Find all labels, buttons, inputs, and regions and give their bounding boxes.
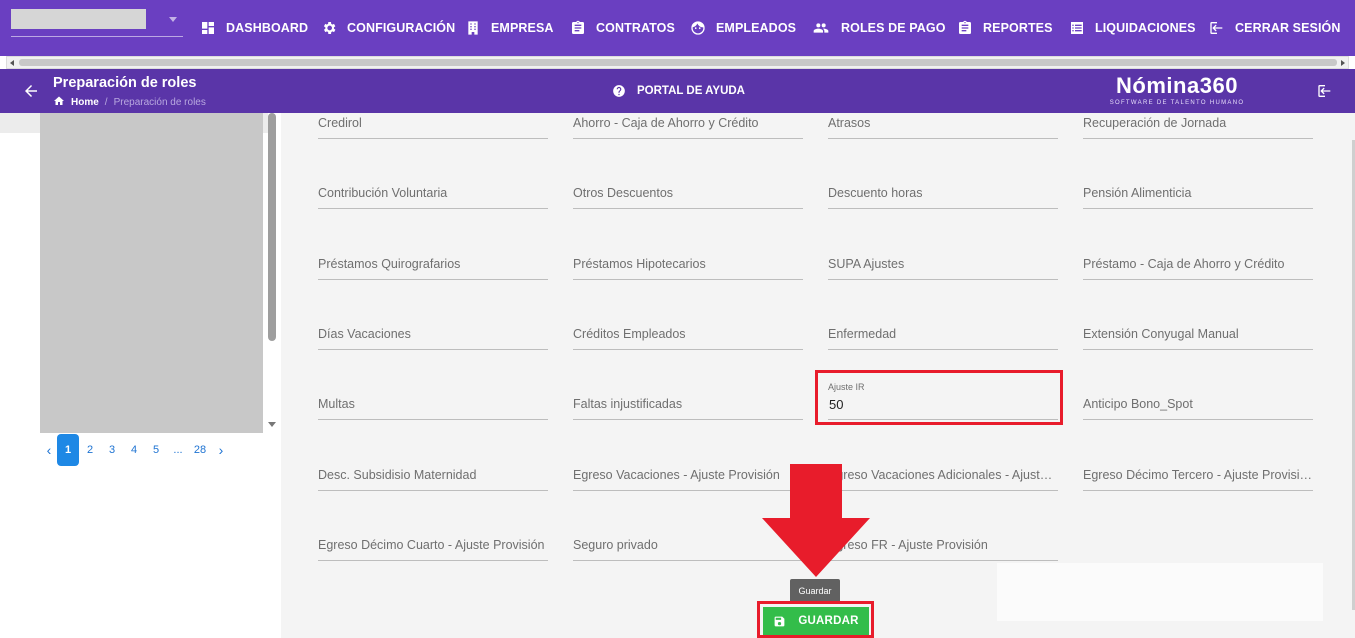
nav-label: CONTRATOS bbox=[596, 21, 675, 35]
nav-label: CERRAR SESIÓN bbox=[1235, 21, 1341, 35]
field-descuento-horas[interactable]: Descuento horas bbox=[828, 183, 1058, 209]
nav-dashboard[interactable]: DASHBOARD bbox=[200, 0, 308, 56]
nav-liquidaciones[interactable]: LIQUIDACIONES bbox=[1069, 0, 1196, 56]
save-tooltip: Guardar bbox=[790, 579, 840, 603]
scroll-down-icon[interactable] bbox=[268, 422, 276, 427]
nav-label: ROLES DE PAGO bbox=[841, 21, 946, 35]
nav-empresa[interactable]: EMPRESA bbox=[465, 0, 554, 56]
nav-label: LIQUIDACIONES bbox=[1095, 21, 1196, 35]
field-multas[interactable]: Multas bbox=[318, 394, 548, 420]
help-icon bbox=[613, 85, 625, 97]
page-header: Preparación de roles Home / Preparación … bbox=[0, 69, 1355, 113]
help-portal-link[interactable]: PORTAL DE AYUDA bbox=[612, 84, 745, 98]
field-supa-ajustes[interactable]: SUPA Ajustes bbox=[828, 254, 1058, 280]
page-ellipsis: ... bbox=[173, 444, 183, 456]
page-button[interactable]: 4 bbox=[123, 444, 145, 456]
employee-list[interactable] bbox=[40, 113, 263, 433]
horizontal-scrollbar[interactable] bbox=[6, 56, 1349, 69]
field-faltas-injustificadas[interactable]: Faltas injustificadas bbox=[573, 394, 803, 420]
field-prestamo-caja[interactable]: Préstamo - Caja de Ahorro y Crédito bbox=[1083, 254, 1313, 280]
ajuste-ir-highlight bbox=[815, 370, 1063, 425]
building-icon bbox=[465, 20, 481, 36]
save-button[interactable]: GUARDAR bbox=[763, 607, 869, 635]
breadcrumb: Home / Preparación de roles bbox=[53, 95, 206, 110]
list-scrollbar-thumb[interactable] bbox=[268, 113, 276, 341]
field-ahorro-caja[interactable]: Ahorro - Caja de Ahorro y Crédito bbox=[573, 113, 803, 139]
page-button[interactable]: 2 bbox=[79, 444, 101, 456]
logout-icon bbox=[1209, 20, 1225, 36]
nav-reportes[interactable]: REPORTES bbox=[957, 0, 1053, 56]
nav-label: CONFIGURACIÓN bbox=[347, 21, 456, 35]
nav-contratos[interactable]: CONTRATOS bbox=[570, 0, 675, 56]
brand-logo: Nómina360 SOFTWARE DE TALENTO HUMANO bbox=[1104, 73, 1250, 107]
field-anticipo-bono-spot[interactable]: Anticipo Bono_Spot bbox=[1083, 394, 1313, 420]
face-icon bbox=[690, 20, 706, 36]
field-otros-descuentos[interactable]: Otros Descuentos bbox=[573, 183, 803, 209]
field-prestamos-hipotecarios[interactable]: Préstamos Hipotecarios bbox=[573, 254, 803, 280]
people-icon bbox=[811, 20, 831, 36]
down-arrow-annotation-icon bbox=[762, 464, 870, 577]
next-page-icon[interactable]: › bbox=[213, 442, 229, 458]
field-desc-subsidio-maternidad[interactable]: Desc. Subsidisio Maternidad bbox=[318, 465, 548, 491]
brand-tagline: SOFTWARE DE TALENTO HUMANO bbox=[1109, 100, 1245, 106]
breadcrumb-current: Preparación de roles bbox=[113, 97, 206, 108]
pagination: ‹ 1 2 3 4 5 ... 28 › bbox=[41, 434, 229, 466]
blank-area bbox=[997, 563, 1323, 621]
nav-empleados[interactable]: EMPLEADOS bbox=[690, 0, 796, 56]
field-egreso-decimo-tercero[interactable]: Egreso Décimo Tercero - Ajuste Provisión bbox=[1083, 465, 1313, 491]
scrollbar-thumb[interactable] bbox=[19, 59, 1337, 66]
nav-label: EMPRESA bbox=[491, 21, 554, 35]
breadcrumb-separator: / bbox=[104, 97, 108, 108]
scroll-left-icon[interactable] bbox=[10, 60, 14, 66]
nav-label: EMPLEADOS bbox=[716, 21, 797, 35]
nav-label: DASHBOARD bbox=[226, 21, 309, 35]
field-extension-conyugal[interactable]: Extensión Conyugal Manual bbox=[1083, 324, 1313, 350]
page-button[interactable]: 3 bbox=[101, 444, 123, 456]
clipboard-icon bbox=[957, 20, 973, 36]
dashboard-icon bbox=[200, 20, 216, 36]
scroll-right-icon[interactable] bbox=[1341, 60, 1345, 66]
field-recuperacion-jornada[interactable]: Recuperación de Jornada bbox=[1083, 113, 1313, 139]
field-pension-alimenticia[interactable]: Pensión Alimenticia bbox=[1083, 183, 1313, 209]
company-select[interactable] bbox=[11, 9, 183, 37]
nav-roles-de-pago[interactable]: ROLES DE PAGO bbox=[811, 0, 946, 56]
field-contribucion-voluntaria[interactable]: Contribución Voluntaria bbox=[318, 183, 548, 209]
floppy-disk-icon bbox=[775, 616, 785, 626]
nav-label: REPORTES bbox=[983, 21, 1053, 35]
logout-icon[interactable] bbox=[1317, 83, 1333, 99]
page-button-active[interactable]: 1 bbox=[57, 434, 79, 466]
home-icon bbox=[53, 95, 71, 110]
top-navbar: DASHBOARD CONFIGURACIÓN EMPRESA CONTRATO… bbox=[0, 0, 1355, 56]
gear-icon bbox=[321, 20, 337, 36]
brand-name: Nómina360 bbox=[1116, 73, 1238, 98]
clipboard-icon bbox=[570, 20, 586, 36]
field-prestamos-quirografarios[interactable]: Préstamos Quirografarios bbox=[318, 254, 548, 280]
nav-cerrar-sesion[interactable]: CERRAR SESIÓN bbox=[1209, 0, 1340, 56]
chevron-down-icon bbox=[169, 17, 177, 22]
help-label: PORTAL DE AYUDA bbox=[637, 85, 745, 97]
breadcrumb-home[interactable]: Home bbox=[71, 97, 99, 108]
field-dias-vacaciones[interactable]: Días Vacaciones bbox=[318, 324, 548, 350]
save-label: GUARDAR bbox=[798, 615, 859, 627]
prev-page-icon[interactable]: ‹ bbox=[41, 442, 57, 458]
page-button[interactable]: 5 bbox=[145, 444, 167, 456]
field-atrasos[interactable]: Atrasos bbox=[828, 113, 1058, 139]
list-icon bbox=[1069, 20, 1085, 36]
back-arrow-icon[interactable] bbox=[22, 82, 40, 100]
field-enfermedad[interactable]: Enfermedad bbox=[828, 324, 1058, 350]
page-title: Preparación de roles bbox=[53, 75, 197, 91]
page-button[interactable]: 28 bbox=[189, 444, 211, 456]
field-creditos-empleados[interactable]: Créditos Empleados bbox=[573, 324, 803, 350]
company-select-value bbox=[11, 9, 146, 29]
nav-configuracion[interactable]: CONFIGURACIÓN bbox=[321, 0, 455, 56]
field-credirol[interactable]: Credirol bbox=[318, 113, 548, 139]
field-egreso-decimo-cuarto[interactable]: Egreso Décimo Cuarto - Ajuste Provisión bbox=[318, 535, 548, 561]
